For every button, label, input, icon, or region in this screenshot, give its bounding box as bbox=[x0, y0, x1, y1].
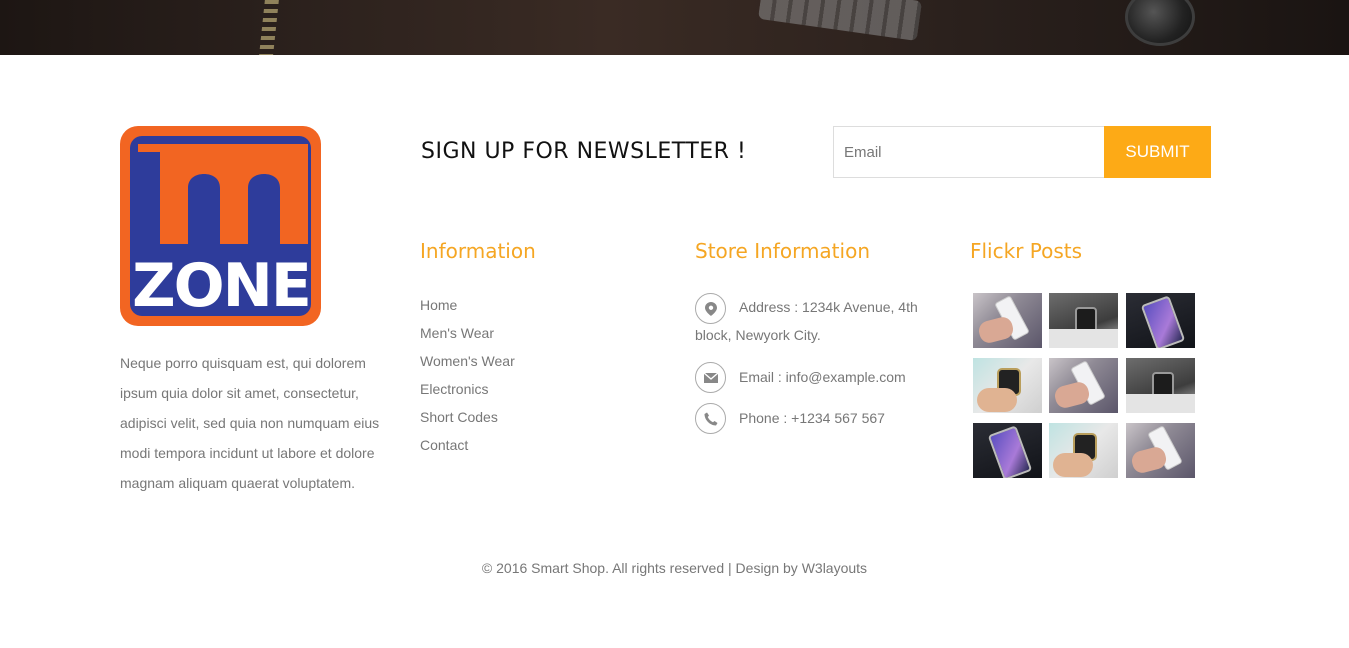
store-address-text: Address : 1234k Avenue, 4th block, Newyo… bbox=[695, 299, 918, 343]
store-email: Email : info@example.com bbox=[695, 362, 906, 393]
info-link-short-codes[interactable]: Short Codes bbox=[420, 403, 515, 431]
info-link-contact[interactable]: Contact bbox=[420, 431, 515, 459]
map-pin-icon bbox=[695, 293, 726, 324]
information-links: Home Men's Wear Women's Wear Electronics… bbox=[420, 291, 515, 459]
flickr-thumb[interactable] bbox=[1126, 358, 1195, 413]
newsletter-title: SIGN UP FOR NEWSLETTER ! bbox=[421, 139, 747, 164]
info-link-electronics[interactable]: Electronics bbox=[420, 375, 515, 403]
info-link-womens-wear[interactable]: Women's Wear bbox=[420, 347, 515, 375]
store-information: Address : 1234k Avenue, 4th block, Newyo… bbox=[695, 291, 935, 434]
flickr-thumb[interactable] bbox=[973, 423, 1042, 478]
newsletter-submit-button[interactable]: SUBMIT bbox=[1104, 126, 1211, 178]
about-text: Neque porro quisquam est, qui dolorem ip… bbox=[120, 355, 380, 491]
flickr-thumb[interactable] bbox=[1049, 293, 1118, 348]
mzone-logo[interactable]: ZONE bbox=[120, 126, 321, 326]
flickr-thumb[interactable] bbox=[973, 358, 1042, 413]
info-link-mens-wear[interactable]: Men's Wear bbox=[420, 319, 515, 347]
flickr-thumb[interactable] bbox=[1049, 423, 1118, 478]
envelope-icon bbox=[695, 362, 726, 393]
newsletter-email-input[interactable] bbox=[833, 126, 1105, 178]
store-email-text[interactable]: Email : info@example.com bbox=[695, 362, 906, 392]
store-address: Address : 1234k Avenue, 4th block, Newyo… bbox=[695, 293, 935, 349]
hero-watch-crown bbox=[1125, 0, 1195, 46]
store-phone: Phone : +1234 567 567 bbox=[695, 403, 885, 434]
hero-image-strip bbox=[0, 0, 1349, 55]
hero-watch-band bbox=[757, 0, 923, 41]
flickr-thumb[interactable] bbox=[1126, 423, 1195, 478]
hero-stitching bbox=[259, 0, 279, 55]
flickr-thumb[interactable] bbox=[1126, 293, 1195, 348]
store-information-title: Store Information bbox=[695, 239, 870, 263]
logo-lettering: ZONE bbox=[132, 144, 312, 321]
information-title: Information bbox=[420, 239, 536, 263]
svg-text:ZONE: ZONE bbox=[132, 251, 310, 321]
flickr-thumb[interactable] bbox=[973, 293, 1042, 348]
info-link-home[interactable]: Home bbox=[420, 291, 515, 319]
phone-icon bbox=[695, 403, 726, 434]
flickr-thumb[interactable] bbox=[1049, 358, 1118, 413]
footer-copyright: © 2016 Smart Shop. All rights reserved |… bbox=[481, 560, 868, 576]
flickr-title: Flickr Posts bbox=[970, 239, 1083, 263]
